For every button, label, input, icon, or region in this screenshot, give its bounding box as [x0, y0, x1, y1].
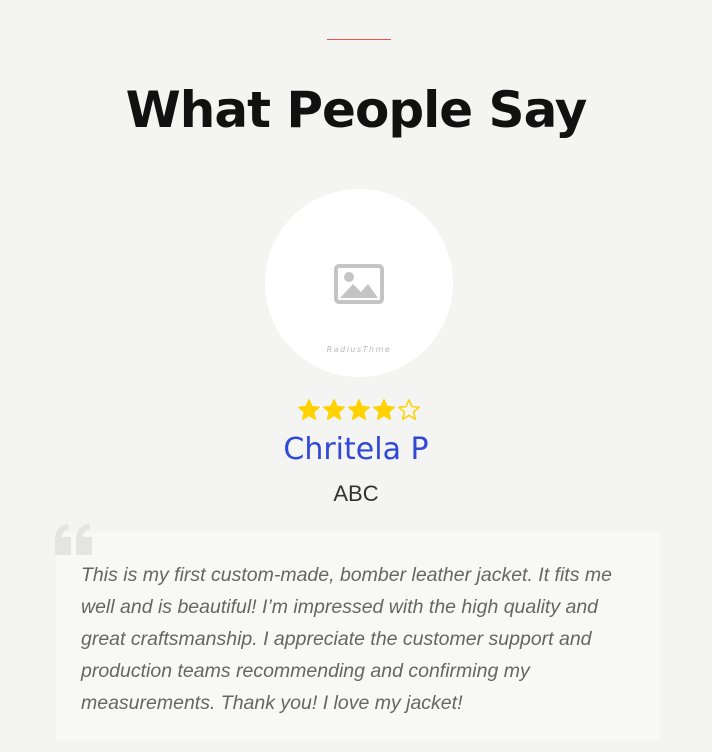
testimonial-quote-text: This is my first custom-made, bomber lea…: [81, 564, 612, 714]
testimonial-quote-box: This is my first custom-made, bomber lea…: [56, 532, 660, 740]
avatar-watermark: RadiusThme: [326, 345, 392, 354]
star-filled-icon: [298, 399, 320, 420]
star-filled-icon: [323, 399, 345, 420]
section-title: What People Say: [125, 81, 588, 139]
quote-icon: [55, 524, 92, 555]
testimonial-section: What People Say RadiusThme Chritela P AB…: [0, 0, 712, 752]
reviewer-name: Chritela P: [283, 432, 429, 467]
star-empty-icon: [398, 399, 420, 420]
reviewer-company: ABC: [333, 481, 379, 506]
avatar: RadiusThme: [265, 189, 453, 377]
image-placeholder-icon: [334, 264, 384, 304]
star-filled-icon: [348, 399, 370, 420]
title-accent-line: [327, 39, 391, 40]
star-rating: [297, 398, 421, 422]
star-filled-icon: [373, 399, 395, 420]
